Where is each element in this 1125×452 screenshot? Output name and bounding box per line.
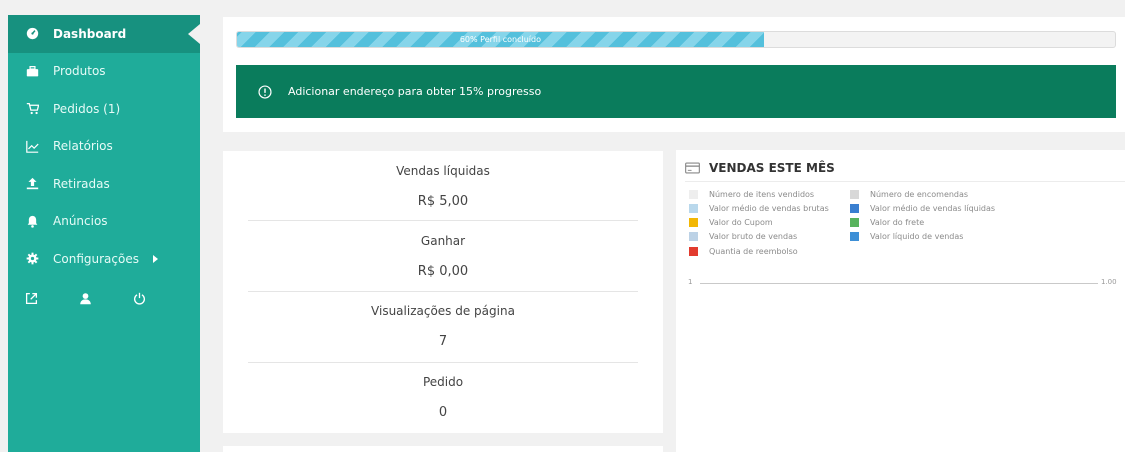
legend-label: Quantia de reembolso [709,246,798,256]
legend-label: Valor do frete [870,217,925,227]
stat-net-sales: Vendas líquidas R$ 5,00 [248,161,638,211]
upload-icon [25,177,39,191]
stats-card: Vendas líquidas R$ 5,00 Ganhar R$ 0,00 V… [223,151,663,433]
sidebar-item-label: Pedidos (1) [53,101,121,116]
stat-value: 7 [438,334,448,349]
axis-label-left: 1 [688,278,693,286]
stat-earnings: Ganhar R$ 0,00 [248,231,638,281]
stat-orders: Pedido 0 [248,372,638,422]
alert-text: Adicionar endereço para obter 15% progre… [288,85,542,98]
legend-label: Valor médio de vendas brutas [709,203,829,213]
legend-swatch [850,203,859,213]
divider [248,220,638,221]
credit-card-icon [685,162,700,174]
stat-value: 0 [438,405,448,420]
legend-label: Número de itens vendidos [709,189,815,199]
dashboard-icon [25,27,39,41]
sales-title: VENDAS ESTE MÊS [709,161,835,175]
profile-progress-fill: 60% Perfil concluído [237,32,764,47]
stat-label: Vendas líquidas [396,164,490,178]
axis-label-right: 1.00 [1101,278,1117,286]
sidebar-item-produtos[interactable]: Produtos [8,53,200,91]
legend-label: Valor do Cupom [709,217,773,227]
sidebar-item-label: Anúncios [53,214,108,229]
legend-swatch [850,217,859,227]
legend-swatch [850,231,859,241]
legend-label: Valor bruto de vendas [709,231,798,241]
sidebar-tools [8,278,200,320]
legend-orders-count[interactable]: Número de encomendas [850,188,968,200]
briefcase-icon [25,64,39,78]
sales-month-card: VENDAS ESTE MÊS Número de itens vendidos… [676,150,1125,452]
legend-swatch [689,217,698,227]
legend-label: Valor médio de vendas líquidas [870,203,996,213]
stat-page-views: Visualizações de página 7 [248,301,638,351]
legend-coupon-value[interactable]: Valor do Cupom [689,216,773,228]
line-chart-icon [25,139,39,153]
legend-swatch [850,189,859,199]
legend-items-sold[interactable]: Número de itens vendidos [689,188,814,200]
address-alert[interactable]: Adicionar endereço para obter 15% progre… [236,65,1116,118]
sidebar-item-label: Dashboard [53,26,127,41]
cart-icon [25,102,39,116]
legend-label: Valor líquido de vendas [870,231,964,241]
caret-right-icon [152,254,158,263]
sidebar-item-label: Configurações [53,251,139,266]
stat-label: Ganhar [420,234,466,248]
sidebar-item-retiradas[interactable]: Retiradas [8,165,200,203]
legend-net-sales[interactable]: Valor líquido de vendas [850,230,963,242]
stat-value: R$ 5,00 [417,194,469,209]
sidebar-item-pedidos[interactable]: Pedidos (1) [8,90,200,128]
legend-avg-net-sales[interactable]: Valor médio de vendas líquidas [850,202,995,214]
legend-gross-sales[interactable]: Valor bruto de vendas [689,230,797,242]
divider [248,291,638,292]
bell-icon [25,214,39,228]
legend-swatch [689,203,698,213]
progress-label: 60% Perfil concluído [459,35,541,44]
sidebar-item-relatorios[interactable]: Relatórios [8,128,200,166]
sidebar-item-anuncios[interactable]: Anúncios [8,203,200,241]
user-icon[interactable] [79,292,93,306]
sales-header: VENDAS ESTE MÊS [685,158,835,178]
profile-panel: 60% Perfil concluído Adicionar endereço … [223,17,1125,132]
power-icon[interactable] [133,292,147,306]
legend-avg-gross-sales[interactable]: Valor médio de vendas brutas [689,202,829,214]
info-icon [258,84,272,99]
sidebar-item-label: Retiradas [53,176,110,191]
sidebar: Dashboard Produtos Pedidos (1) Relatório… [8,15,200,452]
next-card [223,446,663,452]
legend-swatch [689,231,698,241]
stat-label: Pedido [422,375,464,389]
sidebar-item-configuracoes[interactable]: Configurações [8,240,200,278]
legend-refund-amount[interactable]: Quantia de reembolso [689,245,798,257]
external-link-icon[interactable] [25,292,39,306]
legend-swatch [689,246,698,256]
chart-axis-line [700,283,1098,284]
legend-swatch [689,189,698,199]
sidebar-item-dashboard[interactable]: Dashboard [8,15,200,53]
divider [248,362,638,363]
sidebar-item-label: Relatórios [53,139,113,154]
legend-shipping-value[interactable]: Valor do frete [850,216,924,228]
stat-label: Visualizações de página [371,304,515,318]
stat-value: R$ 0,00 [417,264,469,279]
legend-label: Número de encomendas [870,189,969,199]
sidebar-item-label: Produtos [53,64,106,79]
gear-icon [25,252,39,266]
profile-progress-bar: 60% Perfil concluído [236,31,1116,48]
divider [685,181,1125,182]
